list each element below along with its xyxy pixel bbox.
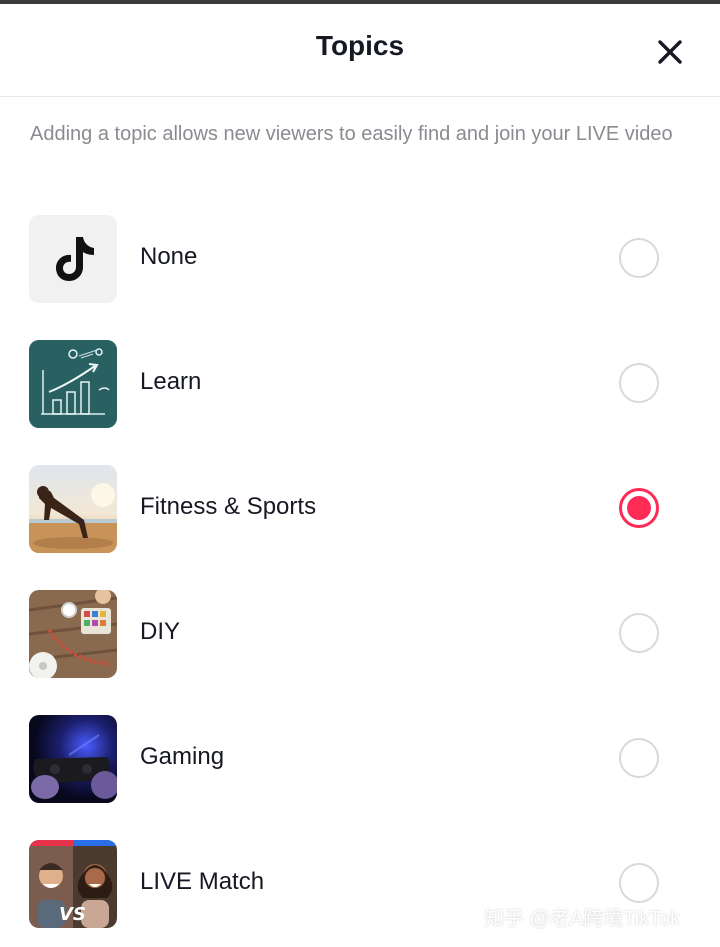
topic-label: Gaming — [140, 743, 225, 770]
topic-thumbnail — [29, 340, 117, 428]
svg-text:VS: VS — [59, 904, 86, 925]
topic-label: Learn — [140, 368, 202, 395]
topic-row-learn[interactable]: Learn — [0, 334, 720, 434]
topic-row-gaming[interactable]: Gaming — [0, 709, 720, 809]
close-button[interactable] — [654, 36, 686, 68]
page-title: Topics — [315, 30, 405, 61]
topic-label: DIY — [140, 618, 181, 645]
topic-radio[interactable] — [619, 863, 659, 903]
topic-label: LIVE Match — [140, 868, 265, 895]
topic-radio-selected[interactable] — [619, 488, 659, 528]
sheet-header: Topics — [0, 4, 720, 96]
topic-label: Fitness & Sports — [140, 493, 317, 520]
topic-row-diy[interactable]: DIY — [0, 584, 720, 684]
learn-thumbnail — [29, 340, 117, 428]
topic-thumbnail: VS — [29, 840, 117, 928]
gaming-thumbnail — [29, 715, 117, 803]
topic-radio[interactable] — [619, 738, 659, 778]
diy-thumbnail — [29, 590, 117, 678]
fitness-thumbnail — [29, 465, 117, 553]
header-divider — [0, 96, 720, 97]
topic-row-none[interactable]: None — [0, 209, 720, 309]
live-match-thumbnail: VS — [29, 840, 117, 928]
topic-thumbnail — [29, 215, 117, 303]
topic-label: None — [140, 243, 198, 270]
topic-row-fitness-sports[interactable]: Fitness & Sports — [0, 459, 720, 559]
topic-radio[interactable] — [619, 238, 659, 278]
watermark: 知乎 @老A跨境TikTok — [484, 908, 681, 930]
tiktok-logo-icon — [56, 237, 94, 281]
topic-thumbnail — [29, 465, 117, 553]
topic-thumbnail — [29, 590, 117, 678]
topic-radio[interactable] — [619, 613, 659, 653]
close-icon — [658, 40, 682, 64]
topic-thumbnail — [29, 715, 117, 803]
topic-radio[interactable] — [619, 363, 659, 403]
topics-description: Adding a topic allows new viewers to eas… — [30, 123, 673, 145]
